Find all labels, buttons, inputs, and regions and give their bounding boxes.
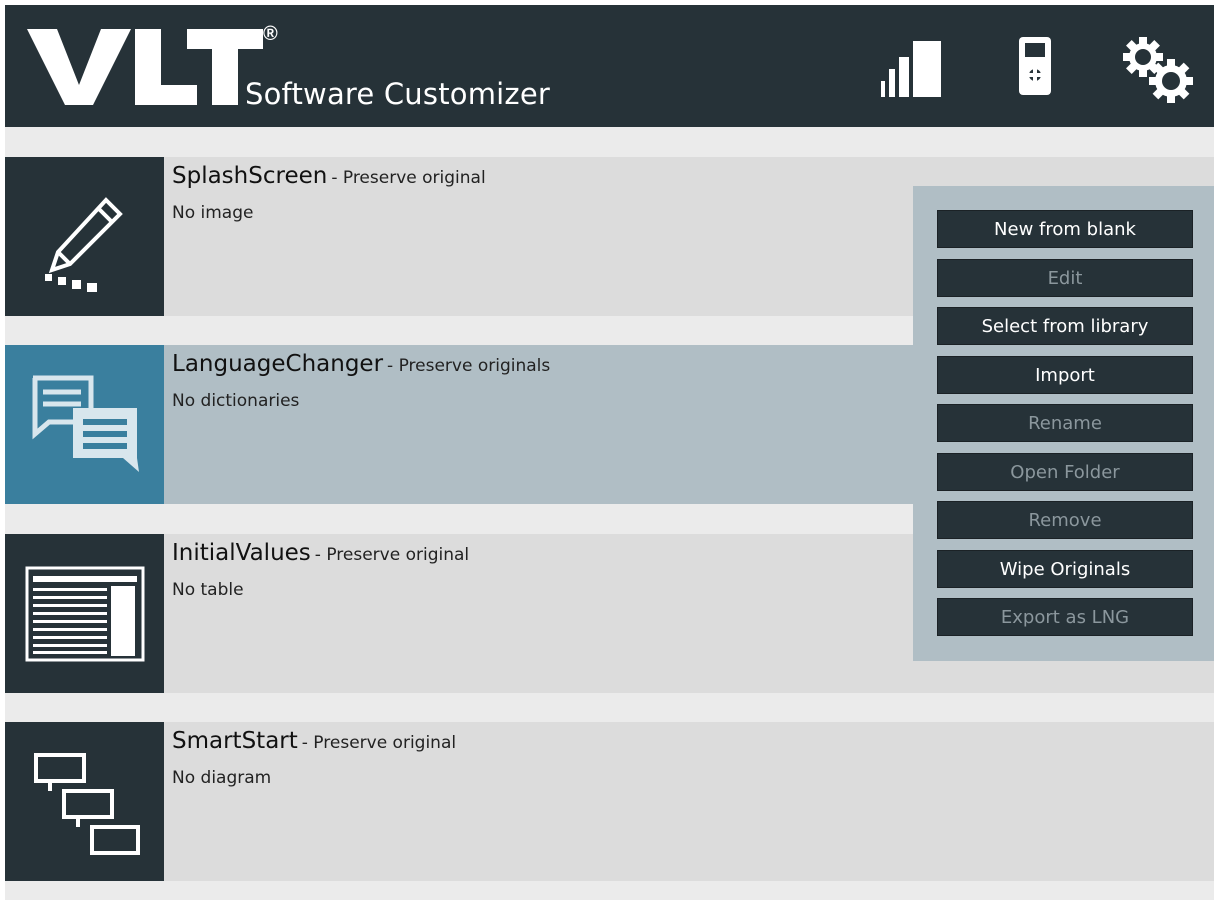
module-mode: - Preserve original [331, 168, 486, 188]
export-as-lng-button[interactable]: Export as LNG [937, 598, 1193, 636]
new-from-blank-button[interactable]: New from blank [937, 210, 1193, 248]
module-mode: - Preserve original [301, 733, 457, 753]
module-icon-tile [5, 345, 164, 504]
wipe-originals-button[interactable]: Wipe Originals [937, 550, 1193, 588]
module-description: No dictionaries [172, 391, 300, 411]
edit-button[interactable]: Edit [937, 259, 1193, 297]
handheld-device-icon[interactable] [1017, 35, 1053, 97]
app-subtitle: Software Customizer [245, 77, 551, 111]
module-description: No diagram [172, 768, 272, 788]
module-mode: - Preserve original [314, 545, 470, 565]
select-from-library-button[interactable]: Select from library [937, 307, 1193, 345]
remove-button[interactable]: Remove [937, 501, 1193, 539]
rename-button[interactable]: Rename [937, 404, 1193, 442]
signal-bars-icon[interactable] [881, 37, 941, 99]
table-icon [25, 566, 144, 661]
module-title: SmartStart - Preserve original [172, 728, 456, 754]
open-folder-button[interactable]: Open Folder [937, 453, 1193, 491]
flow-diagram-icon [33, 752, 140, 855]
module-title: LanguageChanger - Preserve originals [172, 351, 550, 377]
module-name: InitialValues [172, 540, 311, 566]
module-description: No image [172, 203, 254, 223]
module-row-smartstart[interactable]: SmartStart - Preserve original No diagram [5, 722, 1214, 881]
module-title: InitialValues - Preserve original [172, 540, 469, 566]
settings-gears-icon[interactable] [1119, 33, 1199, 105]
app-header: ® Software Customizer [5, 5, 1214, 127]
module-title: SplashScreen - Preserve original [172, 163, 486, 189]
module-mode: - Preserve originals [387, 356, 551, 376]
pencil-icon [44, 196, 123, 292]
module-description: No table [172, 580, 244, 600]
import-button[interactable]: Import [937, 356, 1193, 394]
module-icon-tile [5, 157, 164, 316]
action-panel: New from blank Edit Select from library … [913, 186, 1214, 661]
registered-mark: ® [263, 23, 278, 45]
module-name: SplashScreen [172, 163, 328, 189]
chat-bubbles-icon [32, 375, 139, 472]
vlt-logo [27, 29, 263, 105]
module-icon-tile [5, 722, 164, 881]
module-name: SmartStart [172, 728, 298, 754]
module-icon-tile [5, 534, 164, 693]
module-name: LanguageChanger [172, 351, 384, 377]
